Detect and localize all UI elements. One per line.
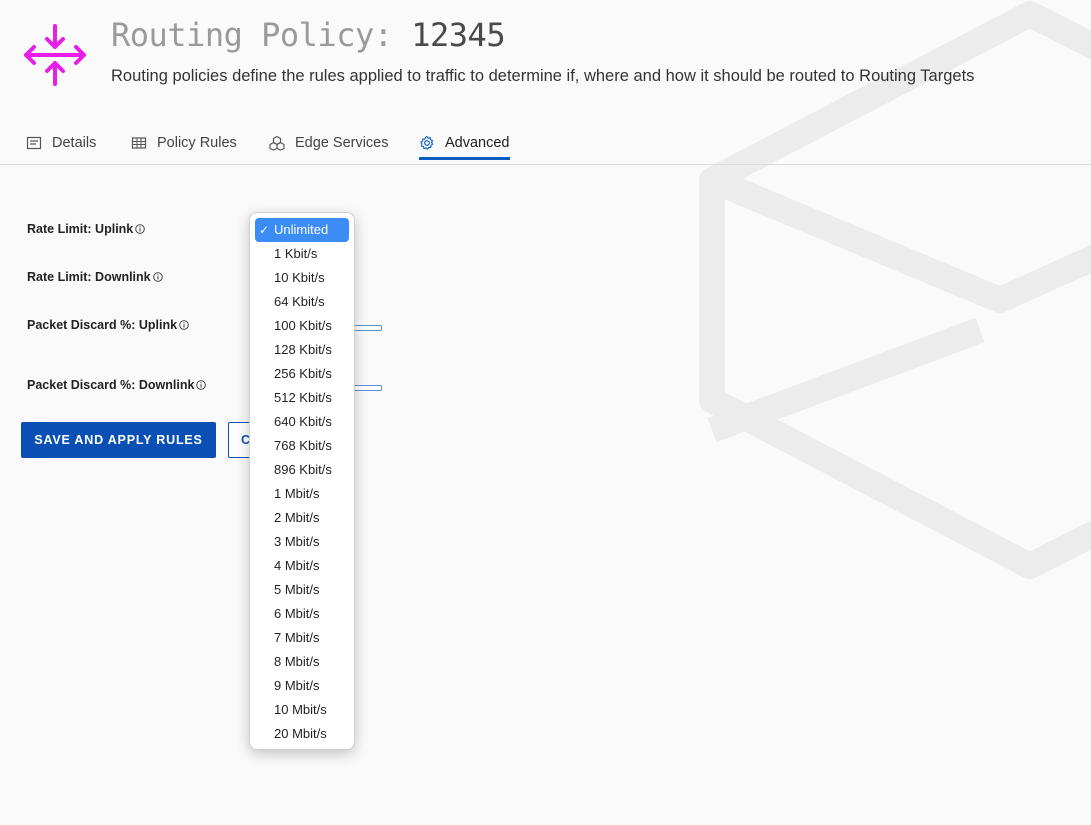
dropdown-option-label: 64 Kbit/s bbox=[274, 294, 325, 309]
background-hexagon-graphic bbox=[699, 1, 1091, 579]
rate-limit-downlink-text: Rate Limit: Downlink bbox=[27, 270, 151, 284]
dropdown-option[interactable]: 896 Kbit/s bbox=[255, 458, 349, 482]
dropdown-option-label: 256 Kbit/s bbox=[274, 366, 332, 381]
dropdown-option-label: 512 Kbit/s bbox=[274, 390, 332, 405]
dropdown-option[interactable]: 8 Mbit/s bbox=[255, 650, 349, 674]
dropdown-option-label: 5 Mbit/s bbox=[274, 582, 320, 597]
tab-advanced[interactable]: Advanced bbox=[419, 128, 510, 160]
dropdown-option[interactable]: 10 Mbit/s bbox=[255, 698, 349, 722]
tab-edge-services[interactable]: Edge Services bbox=[269, 128, 389, 158]
dropdown-option-label: 896 Kbit/s bbox=[274, 462, 332, 477]
page-title-prefix: Routing Policy: bbox=[111, 16, 412, 54]
cubes-icon bbox=[269, 135, 285, 151]
page: Routing Policy: 12345 Routing policies d… bbox=[0, 0, 1091, 825]
dropdown-option[interactable]: 100 Kbit/s bbox=[255, 314, 349, 338]
dropdown-option[interactable]: 128 Kbit/s bbox=[255, 338, 349, 362]
dropdown-option-label: 7 Mbit/s bbox=[274, 630, 320, 645]
packet-discard-uplink-text: Packet Discard %: Uplink bbox=[27, 318, 178, 332]
packet-discard-uplink-label: Packet Discard %: Uplink bbox=[27, 318, 189, 332]
dropdown-option-label: 3 Mbit/s bbox=[274, 534, 320, 549]
dropdown-option-label: 10 Kbit/s bbox=[274, 270, 325, 285]
dropdown-option[interactable]: 1 Mbit/s bbox=[255, 482, 349, 506]
rate-limit-dropdown-menu[interactable]: ✓ Unlimited 1 Kbit/s 10 Kbit/s 64 Kbit/s … bbox=[249, 212, 355, 750]
dropdown-option-label: 1 Mbit/s bbox=[274, 486, 320, 501]
dropdown-option-label: 128 Kbit/s bbox=[274, 342, 332, 357]
tab-bar: Details Policy Rules Edge Services Advan… bbox=[0, 128, 1091, 165]
checkmark-icon: ✓ bbox=[259, 223, 270, 237]
dropdown-option[interactable]: 1 Kbit/s bbox=[255, 242, 349, 266]
info-icon[interactable] bbox=[152, 272, 163, 282]
dropdown-option-label: 768 Kbit/s bbox=[274, 438, 332, 453]
dropdown-option[interactable]: 256 Kbit/s bbox=[255, 362, 349, 386]
info-icon[interactable] bbox=[135, 224, 146, 234]
dropdown-option[interactable]: 6 Mbit/s bbox=[255, 602, 349, 626]
dropdown-option[interactable]: 9 Mbit/s bbox=[255, 674, 349, 698]
document-icon bbox=[26, 136, 42, 150]
packet-discard-downlink-label: Packet Discard %: Downlink bbox=[27, 378, 207, 392]
gear-icon bbox=[420, 135, 434, 150]
save-and-apply-button[interactable]: SAVE AND APPLY RULES bbox=[21, 422, 216, 458]
rate-limit-uplink-text: Rate Limit: Uplink bbox=[27, 222, 134, 236]
tab-details-label: Details bbox=[52, 135, 97, 151]
policy-id: 12345 bbox=[411, 16, 506, 54]
rate-limit-downlink-label: Rate Limit: Downlink bbox=[27, 270, 163, 284]
tab-advanced-label: Advanced bbox=[445, 135, 510, 151]
dropdown-option-label: 1 Kbit/s bbox=[274, 246, 318, 261]
dropdown-option-label: 640 Kbit/s bbox=[274, 414, 332, 429]
dropdown-option[interactable]: 3 Mbit/s bbox=[255, 530, 349, 554]
packet-discard-downlink-text: Packet Discard %: Downlink bbox=[27, 378, 195, 392]
dropdown-option-label: 2 Mbit/s bbox=[274, 510, 320, 525]
dropdown-option[interactable]: 20 Mbit/s bbox=[255, 722, 349, 746]
dropdown-option-label: 10 Mbit/s bbox=[274, 702, 327, 717]
routing-arrows-icon bbox=[24, 24, 86, 86]
dropdown-option-label: 4 Mbit/s bbox=[274, 558, 320, 573]
dropdown-option-label: 100 Kbit/s bbox=[274, 318, 332, 333]
tab-details[interactable]: Details bbox=[26, 128, 96, 158]
dropdown-option-label: 9 Mbit/s bbox=[274, 678, 320, 693]
tab-policy-rules[interactable]: Policy Rules bbox=[131, 128, 237, 158]
page-subtitle: Routing policies define the rules applie… bbox=[111, 67, 975, 85]
dropdown-option[interactable]: 2 Mbit/s bbox=[255, 506, 349, 530]
tab-edge-services-label: Edge Services bbox=[295, 135, 389, 151]
dropdown-option[interactable]: 4 Mbit/s bbox=[255, 554, 349, 578]
tab-policy-rules-label: Policy Rules bbox=[157, 135, 237, 151]
info-icon[interactable] bbox=[179, 320, 189, 330]
dropdown-option[interactable]: 512 Kbit/s bbox=[255, 386, 349, 410]
rate-limit-uplink-label: Rate Limit: Uplink bbox=[27, 222, 146, 236]
dropdown-option[interactable]: 10 Kbit/s bbox=[255, 266, 349, 290]
table-icon bbox=[131, 137, 147, 149]
dropdown-option[interactable]: 640 Kbit/s bbox=[255, 410, 349, 434]
dropdown-option[interactable]: 7 Mbit/s bbox=[255, 626, 349, 650]
dropdown-option[interactable]: ✓ Unlimited bbox=[255, 218, 349, 242]
info-icon[interactable] bbox=[196, 380, 207, 390]
dropdown-option[interactable]: 5 Mbit/s bbox=[255, 578, 349, 602]
dropdown-option-label: 6 Mbit/s bbox=[274, 606, 320, 621]
dropdown-option-label: 20 Mbit/s bbox=[274, 726, 327, 741]
dropdown-option-label: Unlimited bbox=[274, 222, 329, 237]
dropdown-option[interactable]: 768 Kbit/s bbox=[255, 434, 349, 458]
page-title: Routing Policy: 12345 bbox=[111, 16, 506, 54]
dropdown-option[interactable]: 64 Kbit/s bbox=[255, 290, 349, 314]
dropdown-option-label: 8 Mbit/s bbox=[274, 654, 320, 669]
